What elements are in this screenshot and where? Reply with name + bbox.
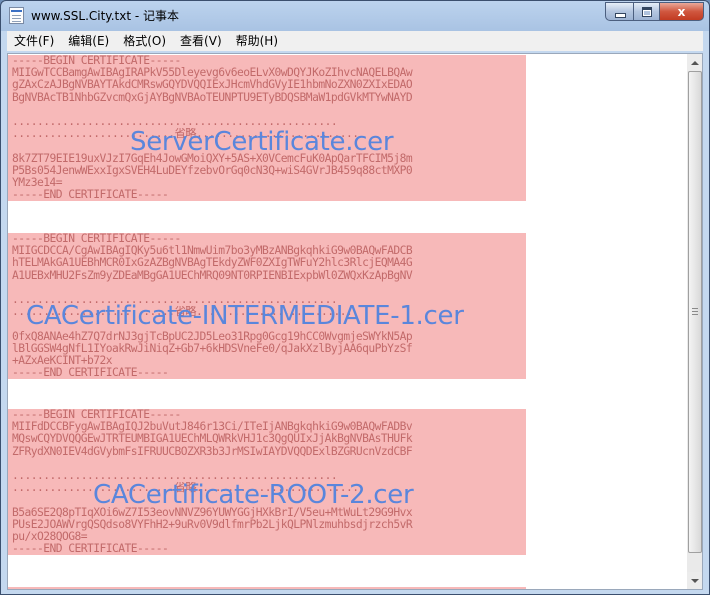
arrow-down-icon bbox=[690, 578, 699, 583]
text-line: -----BEGIN CERTIFICATE----- bbox=[12, 233, 181, 245]
minimize-button[interactable] bbox=[605, 2, 634, 21]
menu-help[interactable]: 帮助(H) bbox=[229, 31, 285, 51]
maximize-icon bbox=[642, 6, 652, 17]
notepad-icon[interactable] bbox=[9, 7, 24, 24]
text-line: -----END CERTIFICATE----- bbox=[12, 543, 169, 556]
close-icon: x bbox=[677, 4, 686, 19]
menu-edit[interactable]: 编辑(E) bbox=[61, 31, 116, 51]
editor-content[interactable]: -----BEGIN CERTIFICATE----- MIIGwTCCBamgA… bbox=[8, 54, 687, 589]
scroll-down-button[interactable] bbox=[687, 572, 702, 589]
text-line: pu/xO28QOG8= bbox=[12, 530, 88, 543]
scroll-up-button[interactable] bbox=[687, 54, 702, 71]
minimize-icon bbox=[614, 12, 626, 18]
notepad-window: www.SSL.City.txt - 记事本 x 文件(F) 编辑(E) 格式(… bbox=[0, 0, 710, 595]
text-line: PUsE2JOAWVrgQSQdso8VYFhH2+9uRv0V9dlfmrPb… bbox=[12, 518, 413, 531]
text-line: YMz3e14= bbox=[12, 176, 63, 189]
menu-format[interactable]: 格式(O) bbox=[116, 31, 173, 51]
window-title: www.SSL.City.txt - 记事本 bbox=[31, 9, 179, 23]
text-line: lBlGGSW4gNfL1IYoakRwJiNiqZ+Gb7+6kHDSVneF… bbox=[12, 342, 413, 355]
vertical-scrollbar[interactable] bbox=[687, 54, 702, 589]
intermediate-certificate-label: CACertificate-INTERMEDIATE-1.cer bbox=[26, 301, 464, 331]
text-line: MIIGCDCCA/CgAwIBAgIQKy5u6tl1NmwUim7bo3yM… bbox=[12, 245, 413, 258]
menu-view[interactable]: 查看(V) bbox=[173, 31, 229, 51]
text-line bbox=[8, 458, 526, 470]
scrollbar-thumb[interactable] bbox=[688, 71, 702, 553]
text-line: MQswCQYDVQQGEwJTRTEUMBIGA1UEChMLQWRkVHJ1… bbox=[12, 433, 413, 446]
text-line: P5Bs054JenwWExxIgxSVEH4LuDEYfzebvOrGq0cN… bbox=[12, 164, 413, 177]
arrow-up-icon bbox=[690, 60, 699, 65]
text-line: MIIGwTCCBamgAwIBAgIRAPkV55Dleyevg6v6eoEL… bbox=[12, 67, 413, 80]
text-line: A1UEBxMHU2FsZm9yZDEaMBgGA1UEChMRQ09NT0RP… bbox=[12, 269, 413, 282]
text-line: -----END CERTIFICATE----- bbox=[12, 367, 169, 380]
text-line: BgNVBAcTB1NhbGZvcmQxGjAYBgNVBAoTEUNPTU9E… bbox=[12, 91, 413, 104]
root-certificate-label: CACertificate-ROOT-2.cer bbox=[93, 480, 414, 510]
text-editor[interactable]: -----BEGIN CERTIFICATE----- MIIGwTCCBamgA… bbox=[7, 53, 703, 590]
maximize-button[interactable] bbox=[633, 2, 660, 21]
text-line bbox=[8, 282, 526, 294]
text-line bbox=[8, 104, 526, 116]
text-line: gZAxCzAJBgNVBAYTAkdCMRswGQYDVQQIExJHcmVh… bbox=[12, 79, 413, 92]
menu-bar: 文件(F) 编辑(E) 格式(O) 查看(V) 帮助(H) bbox=[7, 31, 703, 51]
text-line: hTELMAkGA1UEBhMCR0IxGzAZBgNVBAgTEkdyZWF0… bbox=[12, 257, 413, 270]
text-line: MIIFdDCCBFygAwIBAgIQJ2buVutJ846r13Ci/ITe… bbox=[12, 421, 413, 434]
title-bar[interactable]: www.SSL.City.txt - 记事本 x bbox=[1, 1, 709, 31]
text-line: 0fxQ8ANAe4hZ7Q7drNJ3gjTcBpUC2JD5Leo31Rpg… bbox=[12, 330, 413, 343]
text-line: ZFRydXN0IEV4dGVybmFsIFRUUCBOZXR3b3JrMSIw… bbox=[12, 445, 413, 458]
trailing-highlight bbox=[8, 587, 526, 589]
text-line: +AZxAeKCINT+b72x bbox=[12, 354, 113, 367]
text-line: -----END CERTIFICATE----- bbox=[12, 189, 169, 202]
menu-file[interactable]: 文件(F) bbox=[7, 31, 61, 51]
server-certificate-label: ServerCertificate.cer bbox=[130, 127, 394, 157]
close-button[interactable]: x bbox=[659, 2, 704, 21]
text-line: -----BEGIN CERTIFICATE----- bbox=[12, 409, 181, 421]
text-line: -----BEGIN CERTIFICATE----- bbox=[12, 55, 181, 67]
